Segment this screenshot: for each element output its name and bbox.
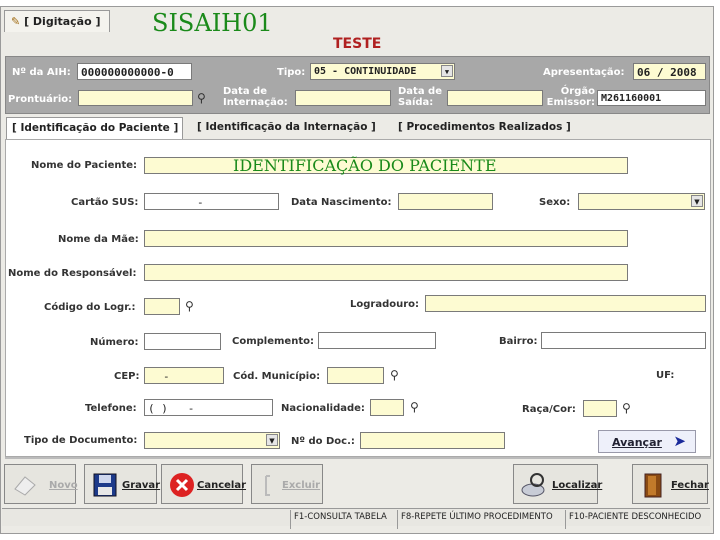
gravar-button[interactable]: Gravar	[84, 464, 161, 504]
cep-field[interactable]: -	[144, 367, 224, 384]
nome-responsavel-field[interactable]	[144, 264, 628, 281]
tab-procedimentos-realizados[interactable]: [ Procedimentos Realizados ]	[393, 117, 579, 139]
data-internacao-label-line1: Data de	[223, 86, 267, 97]
tab-identificacao-internacao[interactable]: [ Identificação da Internação ]	[192, 117, 387, 139]
apresentacao-field[interactable]: 06 / 2008	[633, 63, 706, 80]
apresentacao-label: Apresentação:	[543, 67, 625, 78]
cod-municipio-field[interactable]	[327, 367, 384, 384]
search-icon	[521, 473, 545, 497]
numero-label: Número:	[90, 337, 139, 348]
uf-label: UF:	[656, 370, 675, 381]
data-nascimento-field[interactable]	[398, 193, 493, 210]
fechar-button[interactable]: Fechar	[632, 464, 709, 504]
data-internacao-field[interactable]	[295, 90, 391, 106]
numero-field[interactable]	[144, 333, 221, 350]
nacionalidade-label: Nacionalidade:	[281, 403, 365, 414]
binoculars-icon[interactable]: ⚲	[197, 91, 206, 105]
num-aih-label: Nº da AIH:	[12, 67, 71, 78]
num-doc-field[interactable]	[360, 432, 505, 449]
gravar-label: Gravar	[122, 480, 161, 491]
nacionalidade-field[interactable]	[370, 399, 404, 416]
form-title: TESTE	[333, 36, 382, 52]
cancelar-label: Cancelar	[197, 480, 247, 491]
section-overlay-title: IDENTIFICAÇÃO DO PACIENTE	[233, 156, 497, 175]
data-saida-label-line2: Saída:	[398, 97, 434, 108]
chevron-down-icon[interactable]: ▼	[691, 195, 703, 207]
tipo-label: Tipo:	[277, 67, 306, 78]
data-saida-field[interactable]	[447, 90, 543, 106]
sexo-select[interactable]: ▼	[578, 193, 705, 210]
logradouro-label: Logradouro:	[350, 299, 420, 310]
chevron-down-icon[interactable]: ▼	[441, 65, 453, 77]
tipo-documento-select[interactable]: ▼	[144, 432, 280, 449]
raca-cor-field[interactable]	[583, 400, 617, 417]
arrow-right-icon: ➤	[673, 432, 686, 450]
tipo-documento-label: Tipo de Documento:	[24, 435, 138, 446]
data-internacao-label-line2: Internação:	[223, 97, 288, 108]
cod-municipio-label: Cód. Município:	[233, 371, 321, 382]
pencil-icon: ✎	[11, 15, 21, 28]
status-f8: F8-REPETE ÚLTIMO PROCEDIMENTO	[397, 510, 556, 529]
cep-label: CEP:	[114, 371, 140, 382]
exit-door-icon	[644, 473, 662, 498]
orgao-emissor-label: Órgão Emissor:	[545, 86, 595, 108]
tab-digitacao-label: [ Digitação ]	[24, 15, 101, 28]
cartao-sus-label: Cartão SUS:	[71, 197, 139, 208]
separator	[5, 457, 711, 459]
num-aih-field[interactable]: 000000000000-0	[77, 63, 192, 80]
codigo-logr-label: Código do Logr.:	[44, 302, 136, 313]
status-f1: F1-CONSULTA TABELA	[290, 510, 390, 529]
chevron-down-icon[interactable]: ▼	[266, 434, 278, 446]
novo-button[interactable]: Novo	[4, 464, 78, 504]
save-icon	[93, 473, 117, 497]
raca-cor-label: Raça/Cor:	[522, 404, 576, 415]
cancelar-button[interactable]: Cancelar	[161, 464, 247, 504]
localizar-label: Localizar	[552, 480, 603, 491]
nome-paciente-label: Nome do Paciente:	[31, 160, 138, 171]
status-f10: F10-PACIENTE DESCONHECIDO	[565, 510, 704, 529]
fechar-label: Fechar	[671, 480, 709, 491]
tab-identificacao-paciente[interactable]: [ Identificação do Paciente ]	[6, 117, 183, 139]
telefone-field[interactable]: ( ) -	[144, 399, 273, 416]
data-nascimento-label: Data Nascimento:	[291, 197, 392, 208]
document-new-icon	[14, 476, 36, 496]
cancel-icon	[170, 473, 194, 497]
binoculars-icon[interactable]: ⚲	[410, 400, 419, 414]
novo-label: Novo	[49, 480, 78, 491]
binoculars-icon[interactable]: ⚲	[185, 299, 194, 313]
avancar-label: Avançar	[612, 436, 662, 449]
orgao-label-line2: Emissor:	[546, 97, 595, 108]
orgao-label-line1: Órgão	[560, 86, 595, 97]
prontuario-label: Prontuário:	[8, 94, 73, 105]
sexo-label: Sexo:	[539, 197, 571, 208]
codigo-logr-field[interactable]	[144, 298, 180, 315]
binoculars-icon[interactable]: ⚲	[622, 401, 631, 415]
data-internacao-label: Data de Internação:	[223, 86, 288, 108]
data-saida-label: Data de Saída:	[398, 86, 442, 108]
avancar-button[interactable]: Avançar ➤	[598, 430, 696, 453]
telefone-label: Telefone:	[85, 403, 137, 414]
binoculars-icon[interactable]: ⚲	[390, 368, 399, 382]
prontuario-field[interactable]	[78, 90, 193, 106]
bairro-label: Bairro:	[499, 336, 538, 347]
num-doc-label: Nº do Doc.:	[291, 436, 355, 447]
bairro-field[interactable]	[541, 332, 706, 349]
logradouro-field[interactable]	[425, 295, 706, 312]
tipo-select[interactable]: 05 - CONTINUIDADE ▼	[310, 63, 455, 80]
excluir-button[interactable]: Excluir	[251, 464, 323, 504]
nome-responsavel-label: Nome do Responsável:	[8, 268, 137, 279]
nome-mae-label: Nome da Mãe:	[58, 234, 139, 245]
localizar-button[interactable]: Localizar	[513, 464, 602, 504]
data-saida-label-line1: Data de	[398, 86, 442, 97]
status-bar: F1-CONSULTA TABELA F8-REPETE ÚLTIMO PROC…	[2, 508, 710, 529]
excluir-label: Excluir	[282, 480, 321, 491]
tab-digitacao[interactable]: ✎ [ Digitação ]	[4, 10, 110, 32]
complemento-field[interactable]	[318, 332, 436, 349]
orgao-emissor-field[interactable]: M261160001	[597, 90, 706, 106]
overlay-title: SISAIH01	[152, 9, 273, 37]
cartao-sus-field[interactable]: -	[144, 193, 279, 210]
nome-mae-field[interactable]	[144, 230, 628, 247]
tipo-value: 05 - CONTINUIDADE	[314, 66, 417, 77]
complemento-label: Complemento:	[232, 336, 314, 347]
